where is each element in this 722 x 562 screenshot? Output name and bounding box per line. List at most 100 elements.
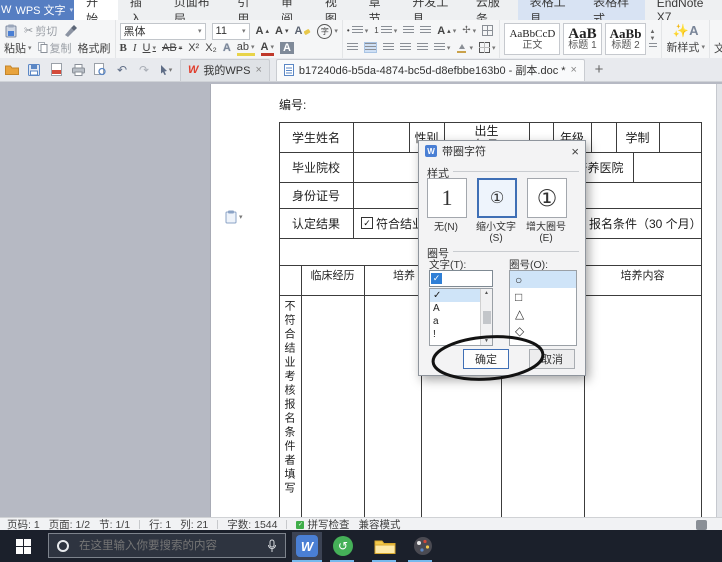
tab-insert[interactable]: 插入 (118, 0, 162, 20)
tab-page-layout[interactable]: 页面布局 (162, 0, 226, 20)
scroll-down-icon[interactable]: ▼ (484, 338, 489, 344)
text-input[interactable]: ✓ (429, 270, 493, 287)
dialog-title-bar[interactable]: W 带圈字符 × (419, 141, 585, 161)
char-shading-button[interactable]: A (280, 42, 294, 54)
italic-button[interactable]: I (133, 42, 137, 54)
align-center-button[interactable] (364, 42, 377, 53)
text-list-item[interactable]: a (430, 315, 480, 328)
gallery-more-icon[interactable] (649, 43, 657, 49)
indent-decrease-button[interactable] (403, 26, 414, 35)
justify-button[interactable] (400, 43, 411, 52)
underline-button[interactable]: U▾ (143, 42, 156, 54)
new-style-button[interactable]: 新样式 ▾ (666, 39, 705, 55)
wps-logo[interactable]: W WPS 文字 ▾ (0, 0, 74, 20)
search-input[interactable] (77, 539, 259, 553)
enclosed-character-button[interactable]: 字 ▾ (317, 24, 338, 39)
close-tab-icon[interactable]: × (255, 64, 261, 76)
distribute-button[interactable] (417, 43, 428, 52)
clear-format-button[interactable]: A (294, 25, 311, 37)
grow-font-button[interactable]: A▴ (256, 25, 269, 37)
format-painter-button[interactable]: 格式刷 (78, 40, 111, 56)
scroll-thumb[interactable] (483, 311, 491, 324)
tab-my-wps[interactable]: W 我的WPS × (180, 59, 270, 81)
print-preview-button[interactable] (92, 62, 108, 78)
tab-developer[interactable]: 开发工具 (400, 0, 464, 20)
tab-review[interactable]: 审阅 (269, 0, 313, 20)
font-size-select[interactable]: 11 ▾ (212, 23, 250, 40)
style-normal[interactable]: AaBbCcD 正文 (504, 23, 560, 55)
copy-button[interactable]: 复制 (38, 40, 72, 56)
strikethrough-button[interactable]: AB▾ (162, 42, 182, 54)
gallery-down-icon[interactable]: ▼ (649, 36, 657, 42)
bold-button[interactable]: B (120, 42, 127, 54)
borders-button[interactable]: ▾ (479, 42, 496, 53)
close-tab-icon[interactable]: × (571, 64, 577, 76)
text-list-item[interactable]: A (430, 302, 480, 315)
text-list-item[interactable]: ! (430, 328, 480, 341)
text-list-item[interactable]: ✓ (430, 289, 480, 302)
save-button[interactable] (26, 62, 42, 78)
tab-table-tools[interactable]: 表格工具 (518, 0, 582, 20)
taskbar-file-explorer[interactable] (370, 532, 400, 560)
dialog-close-button[interactable]: × (571, 144, 579, 159)
print-button[interactable] (70, 62, 86, 78)
taskbar-search[interactable] (48, 533, 286, 558)
font-color-button[interactable]: A▾ (261, 41, 274, 56)
highlight-button[interactable]: ab▾ (237, 41, 255, 56)
style-heading1[interactable]: AaB 标题 1 (563, 23, 601, 55)
paste-button[interactable] (4, 24, 18, 38)
customize-toolbar-button[interactable]: ▾ (158, 62, 174, 78)
tab-view[interactable]: 视图 (313, 0, 357, 20)
cut-button[interactable]: ✂ 剪切 (24, 23, 57, 39)
cancel-button[interactable]: 取消 (529, 349, 575, 369)
circle-list-item[interactable]: △ (510, 305, 576, 322)
bullet-list-button[interactable]: •▾ (347, 26, 368, 35)
circle-list[interactable]: ○ □ △ ◇ (509, 270, 577, 346)
text-tool-button[interactable]: 文字工 (714, 40, 722, 56)
shrink-font-button[interactable]: A▾ (275, 25, 288, 37)
circle-list-item[interactable]: ◇ (510, 322, 576, 339)
taskbar-wps-app[interactable]: W (292, 532, 322, 560)
numbered-list-button[interactable]: 1▾ (374, 26, 397, 35)
circle-list-item[interactable]: ○ (510, 271, 576, 288)
align-right-button[interactable] (383, 43, 394, 52)
redo-button[interactable]: ↷ (136, 62, 152, 78)
align-left-button[interactable] (347, 43, 358, 52)
undo-button[interactable]: ↶ (114, 62, 130, 78)
style-option-shrink-text[interactable]: ① (477, 178, 517, 218)
subscript-button[interactable]: X₂ (205, 42, 217, 54)
scroll-up-icon[interactable]: ▲ (484, 290, 489, 296)
microphone-icon[interactable] (267, 539, 277, 553)
tab-section[interactable]: 章节 (357, 0, 401, 20)
font-name-select[interactable]: 黑体 ▾ (120, 23, 206, 40)
indent-increase-button[interactable] (420, 26, 431, 35)
paste-label-button[interactable]: 粘贴 ▾ (4, 40, 32, 56)
tab-document[interactable]: b17240d6-b5da-4874-bc5d-d8efbbe163b0 - 副… (276, 59, 585, 81)
char-scale-button[interactable]: A▴▾ (437, 25, 456, 37)
wordart-button[interactable]: A (223, 42, 231, 54)
symbol-button[interactable]: ✢▾ (462, 25, 476, 36)
start-button[interactable] (0, 530, 46, 562)
line-spacing-button[interactable]: ▾ (434, 43, 451, 52)
tab-endnote[interactable]: EndNote X7 (645, 0, 722, 20)
style-heading2[interactable]: AaBb 标题 2 (605, 23, 647, 55)
table-grid-icon[interactable] (482, 25, 493, 36)
tab-table-style[interactable]: 表格样式 (581, 0, 645, 20)
text-list[interactable]: ✓ A a ! ▲ ▼ (429, 288, 493, 346)
gallery-up-icon[interactable]: ▲ (649, 29, 657, 35)
open-file-button[interactable] (4, 62, 20, 78)
new-tab-button[interactable]: + (591, 62, 607, 78)
tab-home[interactable]: 开始 (74, 0, 118, 20)
taskbar-paint-app[interactable] (408, 532, 438, 560)
tab-cloud[interactable]: 云服务 (464, 0, 518, 20)
tab-references[interactable]: 引用 (225, 0, 269, 20)
circle-list-item[interactable]: □ (510, 288, 576, 305)
export-pdf-button[interactable] (48, 62, 64, 78)
superscript-button[interactable]: X² (188, 42, 199, 54)
format-painter-icon-button[interactable] (63, 25, 77, 37)
ok-button[interactable]: 确定 (463, 349, 509, 369)
paste-options-button[interactable]: ▾ (225, 210, 243, 224)
shading-bucket-button[interactable]: ▾ (456, 43, 473, 53)
taskbar-green-app[interactable]: ↺ (328, 532, 358, 560)
style-option-none[interactable]: 1 (427, 178, 467, 218)
